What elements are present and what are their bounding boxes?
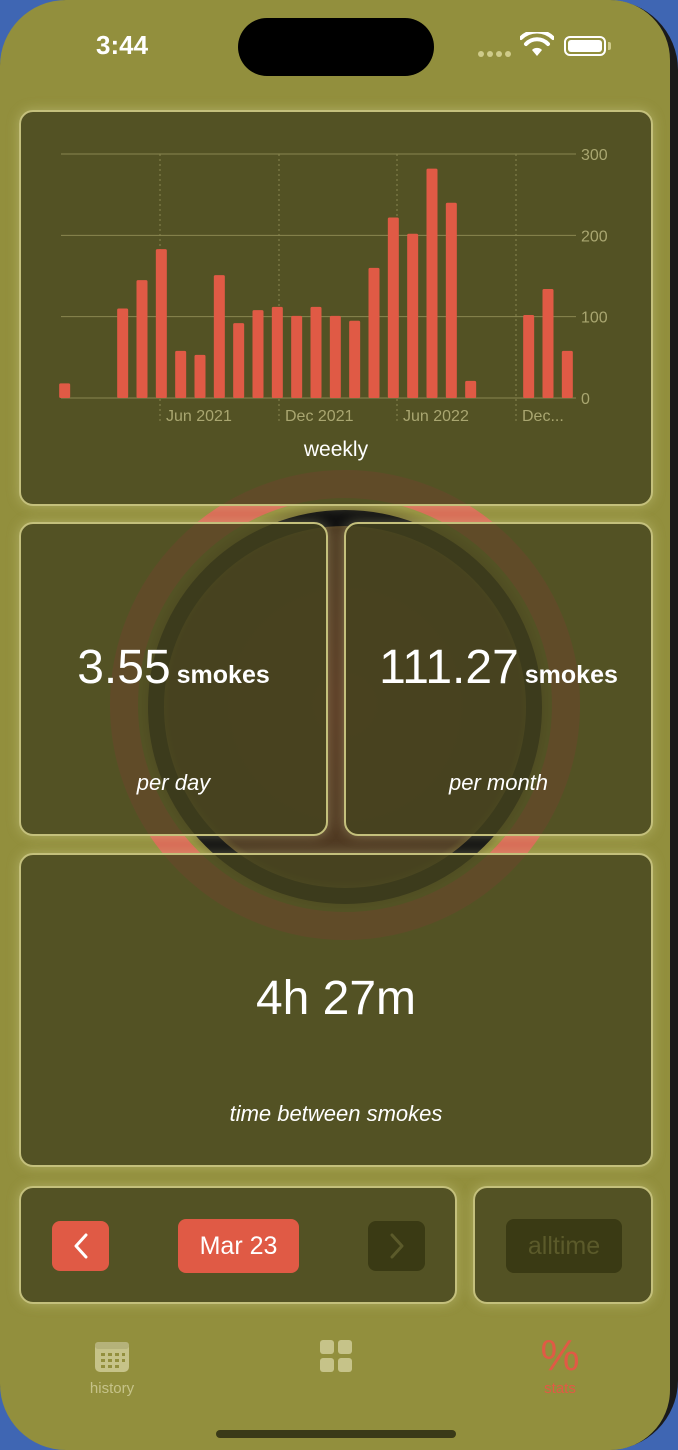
chart-bar: [465, 380, 477, 398]
home-indicator[interactable]: [216, 1430, 456, 1438]
chart-bar: [59, 383, 71, 398]
per-month-unit: smokes: [524, 661, 618, 689]
chart-bar: [445, 202, 457, 398]
range-mode-card: alltime: [473, 1186, 653, 1304]
calendar-icon: [95, 1342, 129, 1372]
battery-nub: [608, 42, 611, 50]
tab-stats-label: stats: [544, 1380, 576, 1397]
per-day-card: 3.55 smokes per day: [19, 522, 328, 836]
weekly-chart-card[interactable]: 0 100 200 300 Jun 2021 Dec 2021 Jun 2022 Dec...…: [19, 110, 653, 506]
time-between-value-row: 4h 27m: [21, 971, 651, 1026]
chart-bar: [310, 306, 322, 398]
x-tick-label: Dec...: [522, 408, 564, 425]
per-day-value: 3.55: [77, 641, 171, 694]
chart-bar: [387, 217, 399, 398]
percent-icon: %: [540, 1331, 580, 1380]
chart-bar: [561, 350, 573, 398]
chart-bar: [349, 320, 361, 398]
chart-bar: [175, 350, 187, 398]
time-between-card: 4h 27m time between smokes: [19, 853, 653, 1167]
tab-grid[interactable]: [276, 1332, 396, 1380]
y-tick-label: 300: [581, 147, 608, 164]
next-period-button[interactable]: [368, 1221, 425, 1271]
app-screen: 3:44 0 100 200 300 Jun 2021 Dec 2021 Jun 2022 D…: [0, 0, 670, 1450]
chart-bar: [523, 315, 535, 398]
chart-bar: [426, 168, 438, 398]
weekly-bar-chart: 0 100 200 300 Jun 2021 Dec 2021 Jun 2022 Dec...: [59, 147, 608, 425]
chart-bar: [155, 249, 167, 398]
y-tick-label: 100: [581, 310, 608, 327]
time-between-value: 4h 27m: [255, 972, 417, 1025]
per-day-label: per day: [136, 770, 211, 795]
chart-bar: [368, 267, 380, 398]
per-month-label: per month: [448, 770, 549, 795]
per-day-unit: smokes: [176, 661, 270, 689]
grid-icon: [320, 1340, 352, 1372]
phone-frame: 3:44 0 100 200 300 Jun 2021 Dec 2021 Jun 2022 D…: [0, 0, 678, 1450]
previous-period-button[interactable]: [52, 1221, 109, 1271]
chart-bar: [271, 306, 283, 398]
status-time: 3:44: [96, 30, 149, 60]
status-bar: 3:44: [0, 0, 670, 90]
time-between-label: time between smokes: [229, 1101, 443, 1126]
chart-bar: [213, 275, 225, 398]
cellular-signal-icon: [478, 44, 514, 62]
chart-bar: [194, 354, 206, 398]
y-tick-label: 200: [581, 228, 608, 245]
x-tick-label: Dec 2021: [285, 408, 354, 425]
chart-bar: [252, 310, 264, 398]
chevron-left-icon: [74, 1233, 87, 1259]
per-month-value-row: 111.27 smokes: [346, 640, 651, 695]
x-tick-label: Jun 2022: [403, 408, 469, 425]
tab-history[interactable]: history: [52, 1332, 172, 1397]
x-tick-label: Jun 2021: [166, 408, 232, 425]
wifi-icon: [520, 32, 554, 56]
current-period-button[interactable]: Mar 23: [178, 1219, 299, 1273]
chart-bar: [233, 323, 245, 398]
per-day-value-row: 3.55 smokes: [21, 640, 326, 695]
date-navigator-card: Mar 23: [19, 1186, 457, 1304]
per-month-card: 111.27 smokes per month: [344, 522, 653, 836]
chart-bar: [136, 280, 148, 398]
chart-caption: weekly: [303, 438, 369, 461]
chart-bar: [542, 289, 554, 398]
battery-icon: [564, 36, 606, 56]
chart-bar: [291, 315, 303, 398]
tab-stats[interactable]: % stats: [500, 1331, 620, 1398]
per-month-value: 111.27: [379, 641, 519, 694]
chart-bar: [329, 315, 341, 398]
alltime-button[interactable]: alltime: [506, 1219, 622, 1273]
chevron-right-icon: [390, 1233, 403, 1259]
chart-bar: [117, 308, 129, 398]
y-tick-label: 0: [581, 391, 590, 408]
dynamic-island: [238, 18, 434, 76]
tab-history-label: history: [89, 1380, 135, 1397]
chart-bar: [407, 233, 419, 398]
